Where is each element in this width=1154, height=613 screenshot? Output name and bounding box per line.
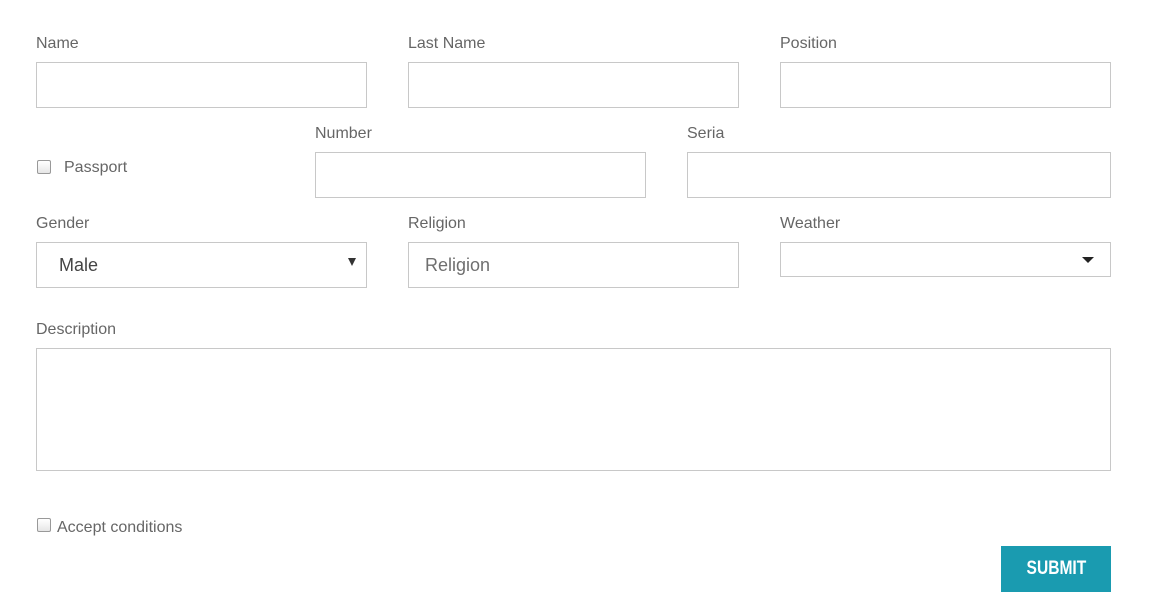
gender-select[interactable]: Male [36, 242, 367, 288]
submit-button-label: SUBMIT [1026, 558, 1086, 579]
caret-down-icon [1082, 257, 1094, 263]
weather-label: Weather [780, 215, 841, 232]
passport-checkbox[interactable] [37, 160, 51, 174]
passport-label: Passport [64, 159, 128, 176]
number-label: Number [315, 125, 372, 142]
weather-select[interactable] [780, 242, 1111, 277]
number-input[interactable] [315, 152, 646, 198]
name-label: Name [36, 35, 79, 52]
chevron-down-icon [348, 258, 356, 266]
last-name-input[interactable] [408, 62, 739, 108]
last-name-label: Last Name [408, 35, 486, 52]
position-input[interactable] [780, 62, 1111, 108]
accept-conditions-checkbox[interactable] [37, 518, 51, 532]
seria-label: Seria [687, 125, 725, 142]
position-label: Position [780, 35, 837, 52]
submit-button[interactable]: SUBMIT [1001, 546, 1111, 592]
gender-selected-value: Male [59, 255, 99, 275]
description-textarea[interactable] [36, 348, 1111, 471]
religion-input[interactable] [408, 242, 739, 288]
accept-conditions-label: Accept conditions [57, 519, 183, 536]
name-input[interactable] [36, 62, 367, 108]
religion-label: Religion [408, 215, 466, 232]
seria-input[interactable] [687, 152, 1111, 198]
gender-label: Gender [36, 215, 90, 232]
description-label: Description [36, 321, 117, 338]
